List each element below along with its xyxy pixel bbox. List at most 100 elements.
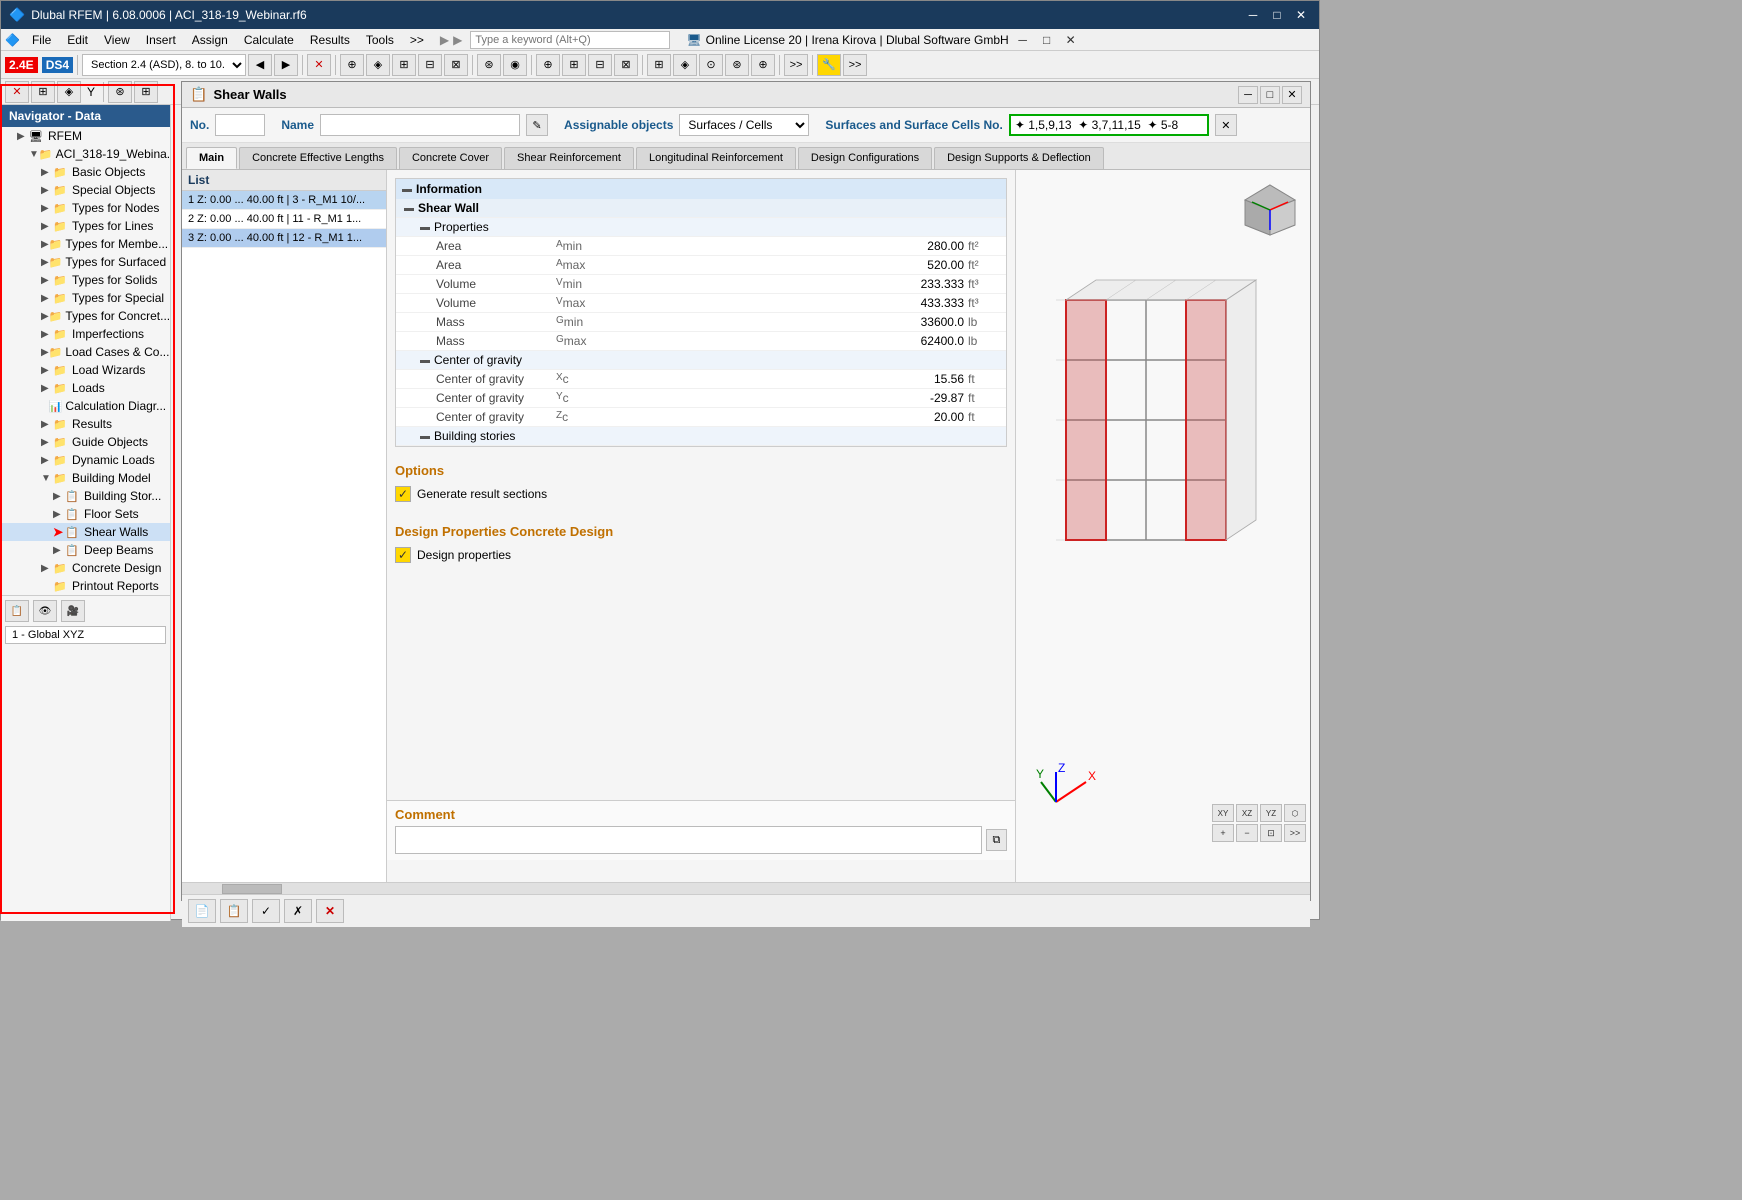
next-btn[interactable]: ▶ xyxy=(274,54,298,76)
assignable-select[interactable]: Surfaces / Cells xyxy=(679,114,809,136)
list-item-3[interactable]: 3 Z: 0.00 ... 40.00 ft | 12 - R_M1 1... xyxy=(182,229,386,248)
nav-dynamic-loads[interactable]: ▶ 📁 Dynamic Loads xyxy=(1,451,170,469)
tab-design-supports[interactable]: Design Supports & Deflection xyxy=(934,147,1104,169)
nav-results[interactable]: ▶ 📁 Results xyxy=(1,415,170,433)
tb2-btn-5[interactable]: ⊞ xyxy=(134,81,158,103)
tab-concrete-cover[interactable]: Concrete Cover xyxy=(399,147,502,169)
tab-concrete-lengths[interactable]: Concrete Effective Lengths xyxy=(239,147,397,169)
delete-btn[interactable]: ✕ xyxy=(307,54,331,76)
tb-btn-12[interactable]: ⊞ xyxy=(647,54,671,76)
tb-highlight[interactable]: 🔧 xyxy=(817,54,841,76)
dialog-close[interactable]: ✕ xyxy=(1282,86,1302,104)
nav-cam-btn[interactable]: 🎥 xyxy=(61,600,85,622)
nav-building-stories[interactable]: ▶ 📋 Building Stor... xyxy=(1,487,170,505)
nav-eye-btn[interactable]: 👁 xyxy=(33,600,57,622)
tb2-btn-4[interactable]: ⊛ xyxy=(108,81,132,103)
tb-btn-7[interactable]: ◉ xyxy=(503,54,527,76)
view-ctrl-yz[interactable]: YZ xyxy=(1260,804,1282,822)
menu-more[interactable]: >> xyxy=(402,31,432,49)
nav-types-concrete[interactable]: ▶ 📁 Types for Concret... xyxy=(1,307,170,325)
nav-types-surfaces[interactable]: ▶ 📁 Types for Surfaced xyxy=(1,253,170,271)
tb2-btn-2[interactable]: ⊞ xyxy=(31,81,55,103)
menu-insert[interactable]: Insert xyxy=(138,31,184,49)
tb-btn-14[interactable]: ⊙ xyxy=(699,54,723,76)
tb-btn-1[interactable]: ⊕ xyxy=(340,54,364,76)
bottom-btn-delete[interactable]: ✕ xyxy=(316,899,344,923)
comment-copy-btn[interactable]: ⧉ xyxy=(986,829,1007,851)
design-props-checkbox[interactable]: ✓ xyxy=(395,547,411,563)
view-ctrl-xy[interactable]: XY xyxy=(1212,804,1234,822)
menu-calculate[interactable]: Calculate xyxy=(236,31,302,49)
tb-more[interactable]: >> xyxy=(784,54,808,76)
tb-more2[interactable]: >> xyxy=(843,54,867,76)
tab-design-config[interactable]: Design Configurations xyxy=(798,147,932,169)
props-collapse[interactable]: ▬ xyxy=(420,222,430,233)
bottom-btn-check[interactable]: ✓ xyxy=(252,899,280,923)
tb-btn-13[interactable]: ◈ xyxy=(673,54,697,76)
nav-types-nodes[interactable]: ▶ 📁 Types for Nodes xyxy=(1,199,170,217)
list-item-1[interactable]: 1 Z: 0.00 ... 40.00 ft | 3 - R_M1 10/... xyxy=(182,191,386,210)
scroll-area[interactable] xyxy=(182,882,1310,894)
nav-loads[interactable]: ▶ 📁 Loads xyxy=(1,379,170,397)
maximize-btn[interactable]: □ xyxy=(1267,6,1287,24)
tb-btn-15[interactable]: ⊛ xyxy=(725,54,749,76)
scrollbar-thumb[interactable] xyxy=(222,884,282,894)
dialog-minimize[interactable]: ─ xyxy=(1238,86,1258,104)
view-ctrl-more[interactable]: >> xyxy=(1284,824,1306,842)
bottom-btn-uncheck[interactable]: ✗ xyxy=(284,899,312,923)
section-dropdown[interactable]: Section 2.4 (ASD), 8. to 10. xyxy=(82,54,246,76)
shearwall-collapse[interactable]: ▬ xyxy=(404,203,414,214)
name-input[interactable] xyxy=(320,114,520,136)
nav-load-cases[interactable]: ▶ 📁 Load Cases & Co... xyxy=(1,343,170,361)
nav-rfem[interactable]: ▶ 🖥 RFEM xyxy=(1,127,170,145)
nav-printout[interactable]: ▶ 📁 Printout Reports xyxy=(1,577,170,595)
keyword-search[interactable] xyxy=(470,31,670,49)
tab-longitudinal[interactable]: Longitudinal Reinforcement xyxy=(636,147,796,169)
nav-types-special[interactable]: ▶ 📁 Types for Special xyxy=(1,289,170,307)
online-close[interactable]: ✕ xyxy=(1061,31,1081,49)
menu-edit[interactable]: Edit xyxy=(59,31,96,49)
tab-main[interactable]: Main xyxy=(186,147,237,169)
info-collapse-btn[interactable]: ▬ xyxy=(402,184,412,195)
view-ctrl-fit[interactable]: ⊡ xyxy=(1260,824,1282,842)
nav-floor-sets[interactable]: ▶ 📋 Floor Sets xyxy=(1,505,170,523)
name-edit-btn[interactable]: ✎ xyxy=(526,114,548,136)
online-minimize[interactable]: ─ xyxy=(1013,31,1033,49)
nav-types-lines[interactable]: ▶ 📁 Types for Lines xyxy=(1,217,170,235)
nav-types-solids[interactable]: ▶ 📁 Types for Solids xyxy=(1,271,170,289)
tb-btn-2[interactable]: ◈ xyxy=(366,54,390,76)
tb-btn-4[interactable]: ⊟ xyxy=(418,54,442,76)
bottom-btn-new[interactable]: 📄 xyxy=(188,899,216,923)
surfaces-clear-btn[interactable]: ✕ xyxy=(1215,114,1237,136)
view-ctrl-xz[interactable]: XZ xyxy=(1236,804,1258,822)
bldgstories-collapse[interactable]: ▬ xyxy=(420,431,430,442)
nav-imperfections[interactable]: ▶ 📁 Imperfections xyxy=(1,325,170,343)
nav-project[interactable]: ▼ 📁 ACI_318-19_Webina... xyxy=(1,145,170,163)
generate-checkbox[interactable]: ✓ xyxy=(395,486,411,502)
menu-tools[interactable]: Tools xyxy=(358,31,402,49)
view-ctrl-plus[interactable]: + xyxy=(1212,824,1234,842)
nav-concrete-design[interactable]: ▶ 📁 Concrete Design xyxy=(1,559,170,577)
online-maximize[interactable]: □ xyxy=(1037,31,1057,49)
tb2-btn-1[interactable]: ✕ xyxy=(5,81,29,103)
prev-btn[interactable]: ◀ xyxy=(248,54,272,76)
tb2-btn-3[interactable]: ◈ xyxy=(57,81,81,103)
surfaces-input[interactable] xyxy=(1009,114,1209,136)
tb-btn-6[interactable]: ⊛ xyxy=(477,54,501,76)
view-ctrl-iso[interactable]: ⬡ xyxy=(1284,804,1306,822)
tb-btn-8[interactable]: ⊕ xyxy=(536,54,560,76)
no-input[interactable] xyxy=(215,114,265,136)
nav-building-model[interactable]: ▼ 📁 Building Model xyxy=(1,469,170,487)
tab-shear-reinforcement[interactable]: Shear Reinforcement xyxy=(504,147,634,169)
cog-collapse[interactable]: ▬ xyxy=(420,355,430,366)
close-btn[interactable]: ✕ xyxy=(1291,6,1311,24)
nav-add-btn[interactable]: 📋 xyxy=(5,600,29,622)
nav-shear-walls[interactable]: ➤ 📋 Shear Walls xyxy=(1,523,170,541)
comment-input[interactable] xyxy=(395,826,982,854)
list-item-2[interactable]: 2 Z: 0.00 ... 40.00 ft | 11 - R_M1 1... xyxy=(182,210,386,229)
nav-special-objects[interactable]: ▶ 📁 Special Objects xyxy=(1,181,170,199)
tb-btn-5[interactable]: ⊠ xyxy=(444,54,468,76)
tb-btn-10[interactable]: ⊟ xyxy=(588,54,612,76)
bottom-btn-copy[interactable]: 📋 xyxy=(220,899,248,923)
nav-guide-objects[interactable]: ▶ 📁 Guide Objects xyxy=(1,433,170,451)
